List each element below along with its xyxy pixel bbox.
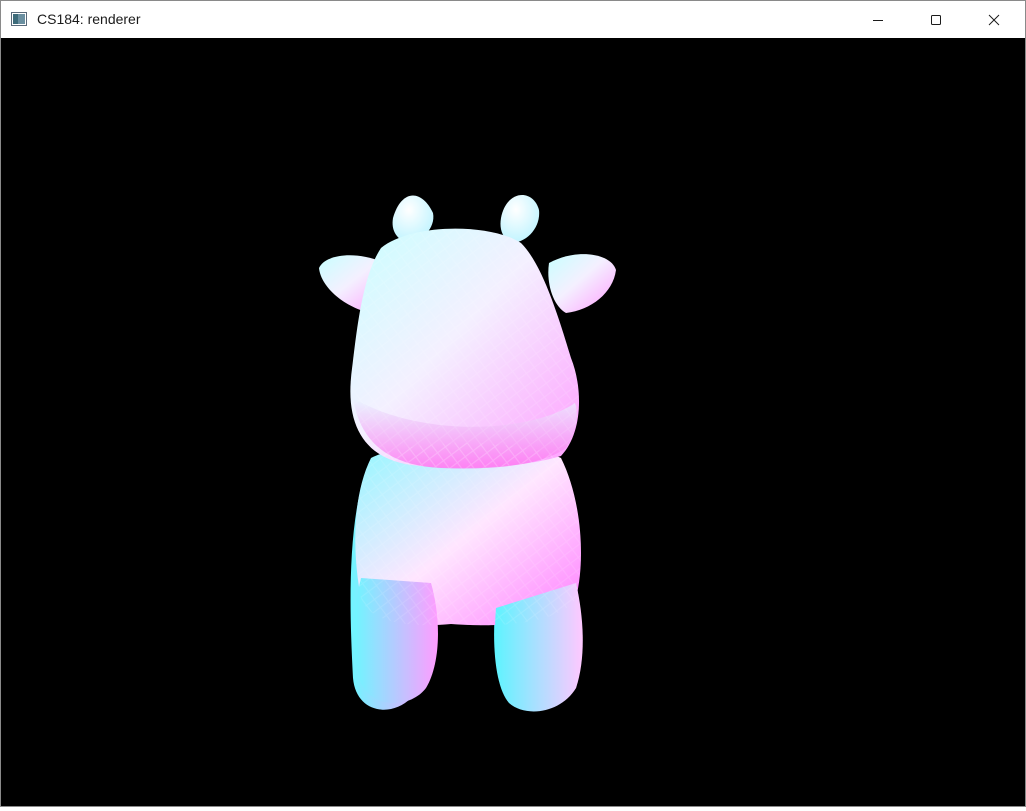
minimize-button[interactable] bbox=[849, 1, 907, 38]
render-viewport[interactable] bbox=[1, 38, 1025, 806]
cow-model bbox=[319, 195, 616, 712]
app-window: CS184: renderer bbox=[0, 0, 1026, 807]
window-app-icon bbox=[11, 12, 27, 26]
minimize-icon bbox=[873, 19, 883, 21]
title-bar[interactable]: CS184: renderer bbox=[1, 1, 1025, 38]
maximize-button[interactable] bbox=[907, 1, 965, 38]
window-title: CS184: renderer bbox=[37, 11, 141, 27]
close-icon bbox=[988, 14, 1000, 25]
maximize-icon bbox=[931, 14, 941, 25]
close-button[interactable] bbox=[965, 1, 1023, 38]
